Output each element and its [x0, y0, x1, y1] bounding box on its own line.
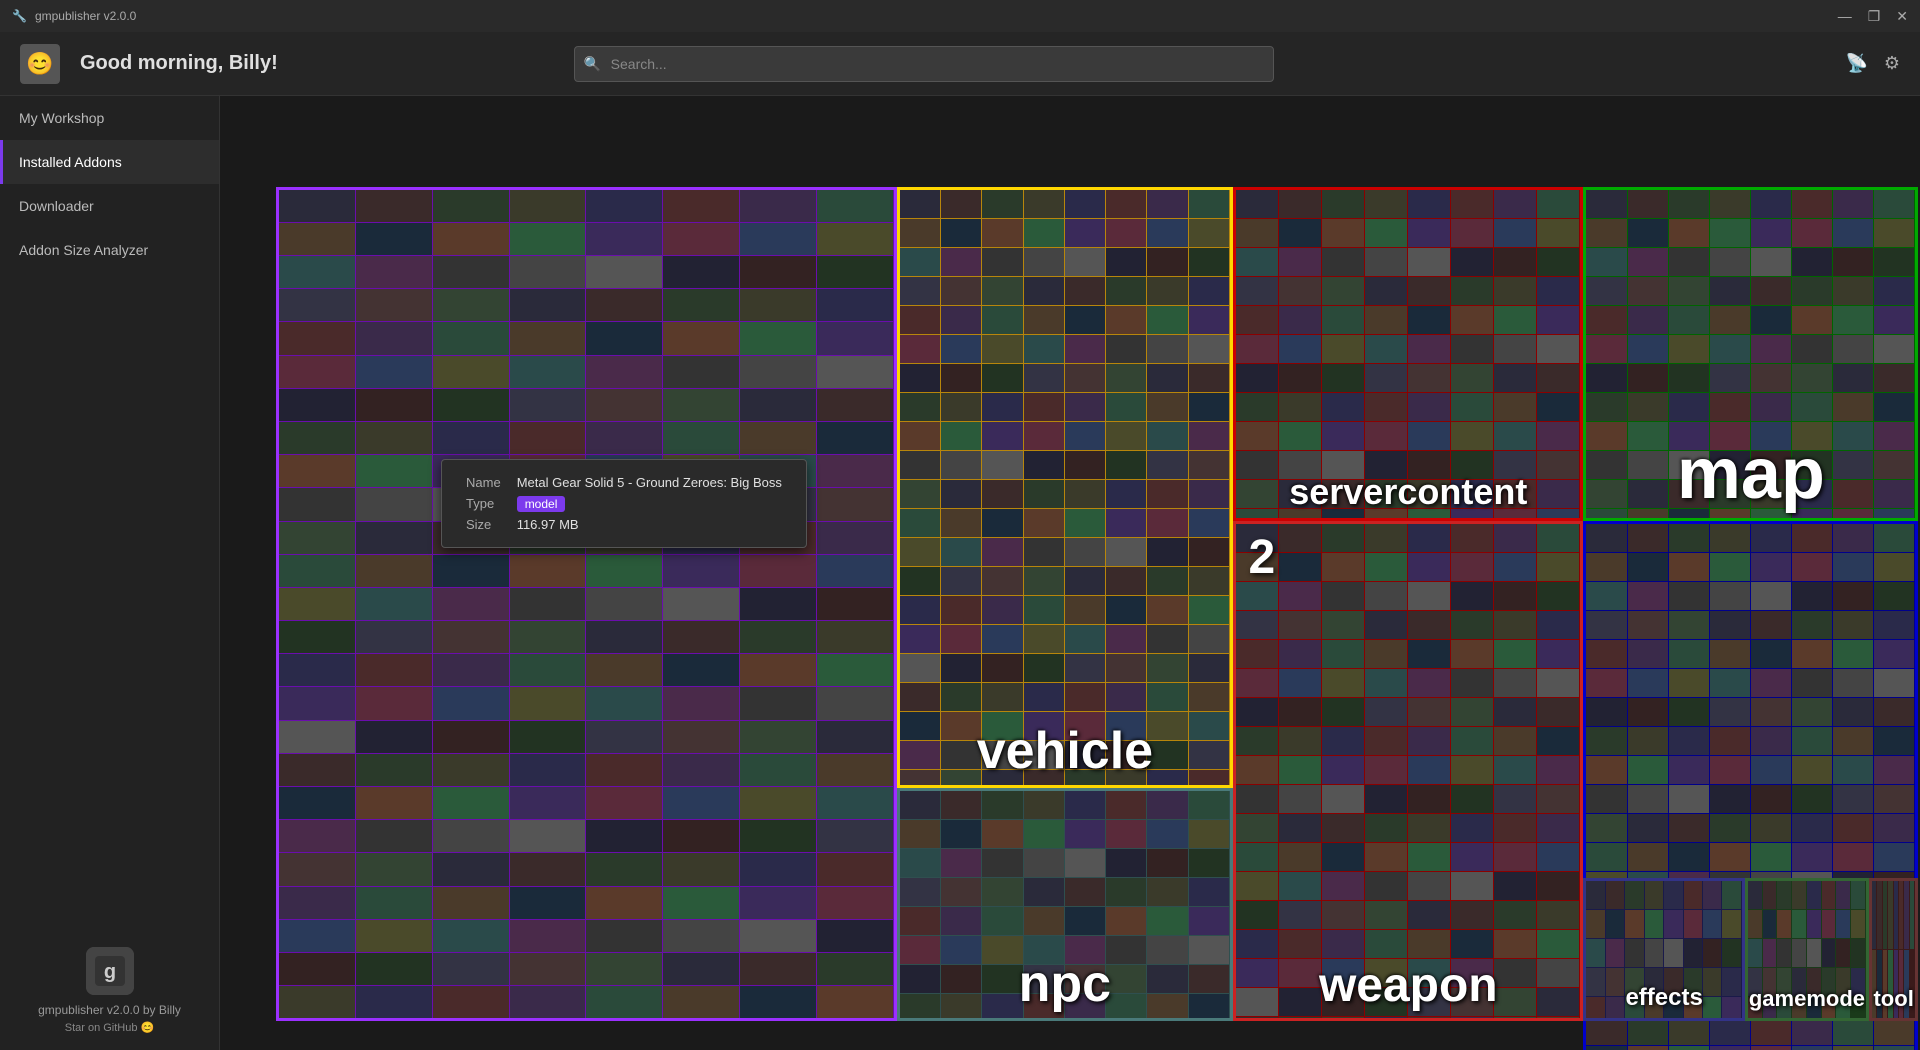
sidebar-item-addon-size-analyzer[interactable]: Addon Size Analyzer	[0, 228, 219, 272]
treemap-cell-gamemode[interactable]: gamemode	[1745, 878, 1869, 1021]
main: My Workshop Installed Addons Downloader …	[0, 96, 1920, 1050]
treemap-label-vehicle: vehicle	[969, 717, 1161, 785]
tooltip-name-label: Name	[458, 472, 509, 493]
header-icons: 📡 ⚙	[1845, 53, 1900, 74]
treemap-cell-model[interactable]	[276, 187, 897, 1022]
minimize-button[interactable]: —	[1838, 8, 1852, 25]
content: vehicleservercontentmapnpcweaponaddoneff…	[220, 96, 1920, 1050]
tooltip-name-value: Metal Gear Solid 5 - Ground Zeroes: Big …	[509, 472, 790, 493]
header: 😊 Good morning, Billy! 🔍 📡 ⚙	[0, 32, 1920, 96]
svg-text:g: g	[103, 961, 115, 983]
app-icon: 🔧	[12, 9, 27, 23]
treemap-cell-map[interactable]: map	[1583, 187, 1918, 521]
titlebar-controls[interactable]: — ❐ ✕	[1838, 8, 1908, 25]
sidebar-item-label: Addon Size Analyzer	[19, 242, 148, 258]
treemap-cell-npc[interactable]: npc	[897, 788, 1234, 1022]
avatar: 😊	[20, 44, 60, 84]
sidebar-item-label: My Workshop	[19, 110, 104, 126]
addon-tooltip: Name Metal Gear Solid 5 - Ground Zeroes:…	[441, 459, 807, 548]
search-input[interactable]	[574, 46, 1274, 82]
sidebar-logo: g	[86, 947, 134, 995]
rss-icon[interactable]: 📡	[1845, 53, 1867, 74]
sidebar: My Workshop Installed Addons Downloader …	[0, 96, 220, 1050]
search-bar: 🔍	[574, 46, 1274, 82]
treemap-cell-weapon[interactable]: weapon	[1233, 521, 1583, 1022]
tooltip-size-value: 116.97 MB	[509, 514, 790, 535]
treemap-label-map: map	[1669, 430, 1833, 518]
settings-icon[interactable]: ⚙	[1884, 53, 1900, 74]
treemap-label-effects: effects	[1617, 978, 1710, 1018]
treemap-cell-servercontent[interactable]: servercontent	[1233, 187, 1583, 521]
sidebar-item-label: Installed Addons	[19, 154, 122, 170]
sidebar-item-downloader[interactable]: Downloader	[0, 184, 219, 228]
search-icon: 🔍	[584, 55, 601, 72]
sidebar-app-name: gmpublisher v2.0.0 by Billy	[38, 1003, 181, 1017]
tooltip-type-label: Type	[458, 493, 509, 514]
close-button[interactable]: ✕	[1896, 8, 1908, 25]
greeting: Good morning, Billy!	[80, 52, 278, 75]
treemap-label-npc: npc	[1011, 950, 1119, 1018]
treemap-label-tool: tool	[1869, 980, 1918, 1018]
treemap-label-servercontent: servercontent	[1281, 466, 1535, 518]
sidebar-bottom: g gmpublisher v2.0.0 by Billy Star on Gi…	[0, 931, 219, 1050]
treemap-cell-vehicle[interactable]: vehicle	[897, 187, 1234, 788]
tooltip-size-label: Size	[458, 514, 509, 535]
sidebar-item-my-workshop[interactable]: My Workshop	[0, 96, 219, 140]
treemap-cell-effects[interactable]: effects	[1583, 878, 1745, 1021]
treemap-label-weapon: weapon	[1311, 954, 1506, 1018]
sidebar-item-installed-addons[interactable]: Installed Addons	[0, 140, 219, 184]
sidebar-item-label: Downloader	[19, 198, 94, 214]
maximize-button[interactable]: ❐	[1868, 8, 1881, 25]
treemap-cell-tool[interactable]: tool	[1869, 878, 1918, 1021]
titlebar-left: 🔧 gmpublisher v2.0.0	[12, 9, 136, 23]
tooltip-type-value: model	[509, 493, 790, 514]
treemap-label-gamemode: gamemode	[1745, 980, 1869, 1018]
sidebar-star[interactable]: Star on GitHub 😊	[65, 1021, 155, 1034]
titlebar: 🔧 gmpublisher v2.0.0 — ❐ ✕	[0, 0, 1920, 32]
treemap[interactable]: vehicleservercontentmapnpcweaponaddoneff…	[220, 96, 1920, 1050]
titlebar-title: gmpublisher v2.0.0	[35, 9, 136, 23]
